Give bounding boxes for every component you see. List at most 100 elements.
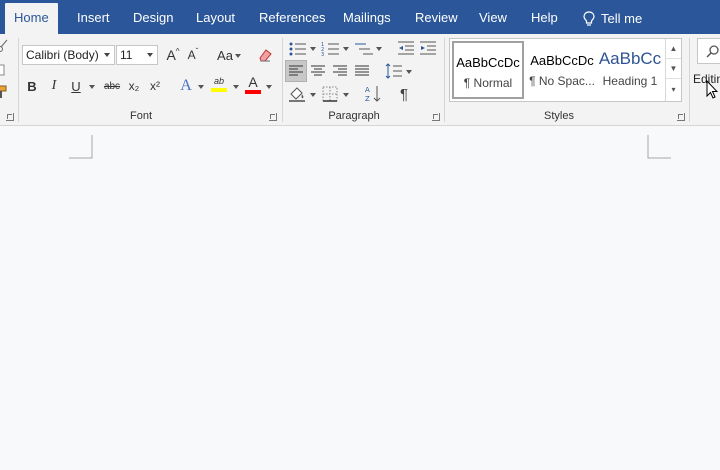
group-separator [444, 38, 445, 122]
italic-label: I [51, 78, 57, 93]
font-color-button[interactable]: A [243, 74, 263, 94]
tab-design[interactable]: Design [133, 3, 173, 34]
line-spacing-dropdown-arrow[interactable] [406, 70, 412, 74]
clear-formatting-icon[interactable] [256, 46, 274, 64]
underline-button[interactable]: U [66, 76, 86, 96]
search-icon [706, 45, 719, 58]
font-size-dropdown[interactable]: 11 [116, 45, 158, 65]
document-canvas[interactable] [0, 127, 720, 470]
align-right-icon[interactable] [333, 65, 347, 77]
cut-icon[interactable] [0, 39, 8, 53]
borders-icon[interactable] [322, 86, 338, 102]
styles-group-label: Styles [544, 110, 574, 122]
text-effects-dropdown-arrow[interactable] [198, 85, 204, 89]
text-effects-button[interactable]: A [176, 76, 196, 96]
bullets-icon[interactable] [288, 41, 308, 57]
underline-label: U [71, 78, 81, 94]
group-separator [282, 38, 283, 122]
tab-references[interactable]: References [259, 3, 325, 34]
grow-font-label: A [166, 47, 176, 63]
change-case-label: Aa [217, 47, 233, 63]
chevron-down-icon [147, 53, 153, 57]
font-group-label: Font [129, 110, 152, 122]
copy-icon[interactable] [0, 64, 6, 78]
show-formatting-marks-button[interactable]: ¶ [394, 84, 414, 104]
numbering-icon[interactable]: 1 2 3 [321, 41, 341, 57]
grow-font-button[interactable]: A ^ [163, 45, 183, 65]
highlight-color-swatch [211, 88, 227, 92]
multilevel-list-icon[interactable] [354, 41, 374, 57]
superscript-label: x² [150, 79, 160, 93]
borders-dropdown-arrow[interactable] [343, 93, 349, 97]
tell-me-search[interactable]: Tell me [583, 3, 642, 34]
clipboard-dialog-launcher[interactable] [6, 113, 14, 121]
line-spacing-icon[interactable] [385, 63, 403, 79]
style-heading-1[interactable]: AaBbCc Heading 1 [596, 41, 664, 99]
styles-dialog-launcher[interactable] [677, 113, 685, 121]
tab-view[interactable]: View [479, 3, 507, 34]
tab-help[interactable]: Help [531, 3, 558, 34]
style-name: ¶ No Spac... [529, 74, 595, 88]
tab-review[interactable]: Review [415, 3, 458, 34]
page-corner-top-left [69, 135, 93, 159]
format-painter-icon[interactable] [0, 85, 8, 99]
find-button[interactable] [697, 38, 720, 64]
font-name-dropdown[interactable]: Calibri (Body) [22, 45, 115, 65]
tab-mailings[interactable]: Mailings [343, 3, 391, 34]
subscript-label: x₂ [128, 79, 140, 93]
style-name: Heading 1 [602, 74, 658, 88]
style-name: ¶ Normal [463, 76, 513, 90]
tab-home[interactable]: Home [5, 3, 58, 34]
shrink-font-button[interactable]: Aˇ [183, 45, 203, 65]
paragraph-group-label: Paragraph [328, 110, 380, 122]
font-size-value: 11 [120, 48, 133, 62]
svg-text:3: 3 [321, 52, 324, 57]
bullets-dropdown-arrow[interactable] [310, 47, 316, 51]
ribbon: Calibri (Body) 11 A ^ Aˇ Aa B I U abc x₂ … [0, 34, 720, 126]
increase-indent-icon[interactable] [419, 41, 437, 55]
highlight-label: ab [213, 76, 224, 86]
ribbon-tab-bar: Home Insert Design Layout References Mai… [0, 0, 720, 34]
font-color-label: A [248, 73, 258, 90]
bold-button[interactable]: B [22, 76, 42, 96]
style-no-spacing[interactable]: AaBbCcDc ¶ No Spac... [526, 41, 598, 99]
font-color-dropdown-arrow[interactable] [266, 85, 272, 89]
caret-down-icon: ˇ [195, 46, 199, 56]
italic-button[interactable]: I [44, 76, 64, 96]
group-separator [18, 38, 19, 122]
multilevel-dropdown-arrow[interactable] [376, 47, 382, 51]
align-left-icon [289, 65, 303, 76]
page-corner-top-right [647, 135, 671, 159]
highlight-dropdown-arrow[interactable] [233, 85, 239, 89]
change-case-dropdown-arrow[interactable] [235, 54, 241, 58]
caret-up-icon: ^ [175, 46, 180, 56]
bold-label: B [27, 78, 37, 94]
shading-dropdown-arrow[interactable] [310, 93, 316, 97]
mouse-cursor-icon [706, 80, 718, 99]
scroll-down-icon[interactable]: ▼ [666, 59, 681, 79]
scroll-up-icon[interactable]: ▲ [666, 39, 681, 59]
more-styles-icon[interactable]: ▾ [666, 79, 681, 99]
justify-icon[interactable] [355, 65, 369, 77]
font-dialog-launcher[interactable] [269, 113, 277, 121]
decrease-indent-icon[interactable] [397, 41, 415, 55]
center-icon[interactable] [311, 65, 325, 77]
text-effects-label: A [180, 77, 192, 94]
style-sample: AaBbCcDc [456, 55, 520, 70]
numbering-dropdown-arrow[interactable] [343, 47, 349, 51]
tab-layout[interactable]: Layout [196, 3, 235, 34]
tab-insert[interactable]: Insert [77, 3, 110, 34]
paragraph-dialog-launcher[interactable] [432, 113, 440, 121]
sort-icon[interactable]: A Z [364, 84, 382, 104]
tell-me-label: Tell me [601, 11, 643, 26]
font-name-value: Calibri (Body) [26, 48, 99, 62]
superscript-button[interactable]: x² [145, 76, 165, 96]
strikethrough-button[interactable]: abc [100, 76, 124, 96]
underline-dropdown-arrow[interactable] [89, 85, 95, 89]
strikethrough-label: abc [103, 80, 121, 92]
subscript-button[interactable]: x₂ [124, 76, 144, 96]
style-normal[interactable]: AaBbCcDc ¶ Normal [452, 41, 524, 99]
highlight-color-button[interactable]: ab [209, 74, 229, 94]
font-color-swatch [245, 89, 261, 94]
shading-icon[interactable] [288, 85, 306, 103]
